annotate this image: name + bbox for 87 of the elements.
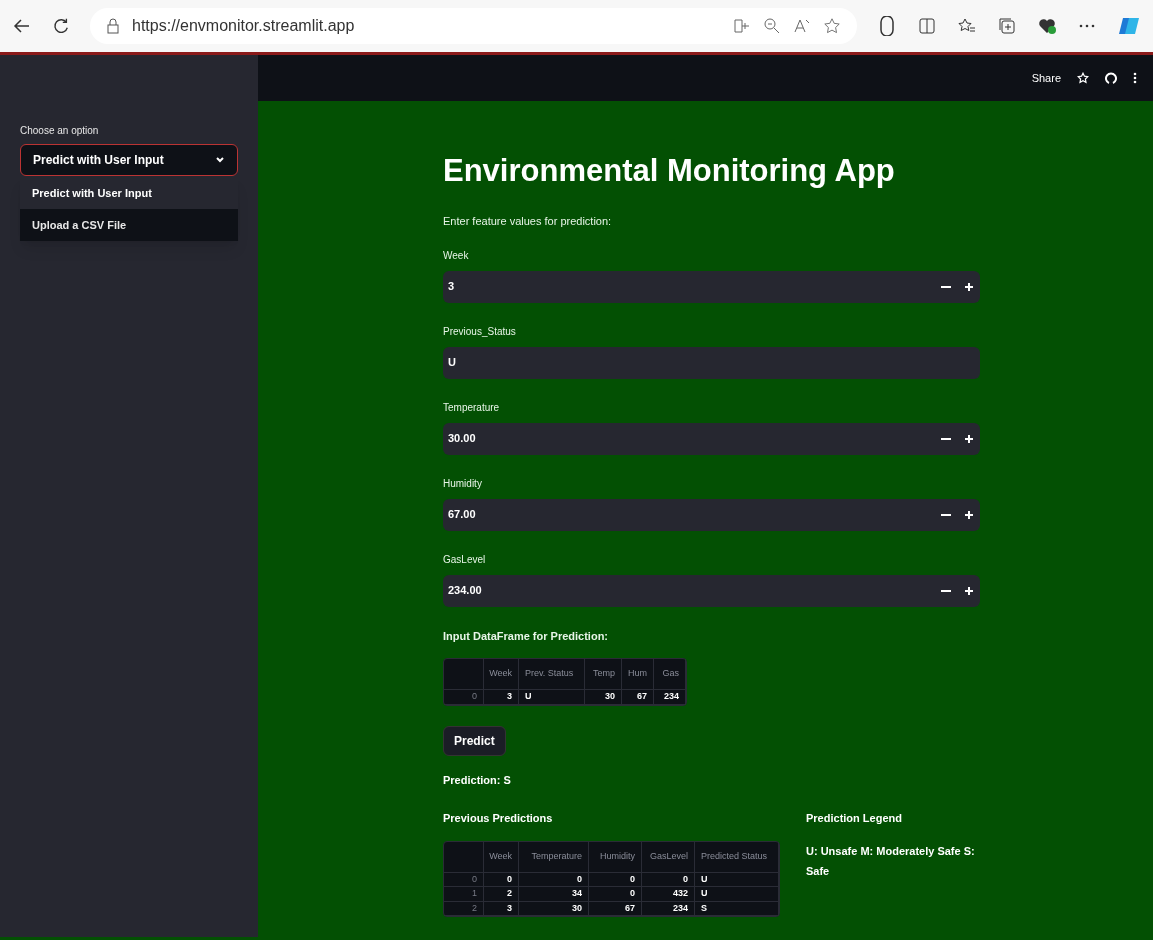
- table-cell: U: [695, 887, 779, 901]
- field-label: Previous_Status: [443, 324, 517, 339]
- table-cell: 0: [444, 690, 484, 704]
- field-label: GasLevel: [443, 552, 487, 567]
- address-bar[interactable]: https://envmonitor.streamlit.app: [90, 8, 857, 44]
- select-label: Choose an option: [20, 124, 100, 138]
- plus-icon[interactable]: [965, 510, 973, 519]
- field-label: Humidity: [443, 476, 483, 491]
- read-aloud-icon[interactable]: [793, 17, 811, 35]
- share-button[interactable]: Share: [1031, 69, 1061, 87]
- refresh-icon[interactable]: [52, 17, 70, 35]
- table-cell: 432: [642, 887, 695, 901]
- table-cell: 234: [654, 690, 686, 704]
- field-value: 67.00: [448, 507, 477, 523]
- column-header: GasLevel: [642, 841, 695, 872]
- field-value: 30.00: [448, 431, 477, 447]
- table-cell: 234: [642, 901, 695, 915]
- table-cell: 1: [444, 887, 484, 901]
- input-field[interactable]: 67.00: [443, 498, 980, 531]
- table-cell: 0: [642, 872, 695, 886]
- chevron-down-icon: [215, 155, 225, 165]
- column-header: Prev. Status: [519, 659, 585, 689]
- section-title: Input DataFrame for Prediction:: [443, 628, 610, 644]
- select-value: Predict with User Input: [33, 152, 165, 169]
- github-icon[interactable]: [1105, 72, 1117, 84]
- collections-icon[interactable]: [997, 16, 1017, 36]
- minus-icon[interactable]: [941, 285, 951, 288]
- table-cell: 30: [585, 690, 622, 704]
- table-cell: 34: [519, 887, 589, 901]
- section-title: Prediction Legend: [806, 811, 903, 826]
- input-field[interactable]: 30.00: [443, 422, 980, 455]
- minus-icon[interactable]: [941, 589, 951, 592]
- split-screen-icon[interactable]: [917, 16, 937, 36]
- minus-icon[interactable]: [941, 513, 951, 516]
- url-text: https://envmonitor.streamlit.app: [132, 16, 356, 36]
- minus-icon[interactable]: [941, 437, 951, 440]
- field-value: U: [448, 355, 457, 371]
- predict-button[interactable]: Predict: [443, 725, 506, 756]
- plus-icon[interactable]: [965, 434, 973, 443]
- page-title: Environmental Monitoring App: [443, 152, 896, 190]
- table-cell: U: [695, 872, 779, 886]
- column-header: Hum: [622, 659, 654, 689]
- option-select[interactable]: Predict with User Input: [20, 144, 238, 176]
- dropdown-option[interactable]: Upload a CSV File: [20, 209, 238, 241]
- table-cell: 0: [519, 872, 589, 886]
- star-icon[interactable]: [823, 17, 841, 35]
- prediction-result: Prediction: S: [443, 772, 512, 788]
- column-header: Week: [484, 659, 519, 689]
- legend-text: U: Unsafe M: Moderately Safe S: Safe: [806, 843, 976, 879]
- zoom-out-icon[interactable]: [763, 17, 781, 35]
- section-title: Previous Predictions: [443, 811, 554, 826]
- table-cell: 0: [589, 887, 642, 901]
- table-cell: 3: [484, 690, 519, 704]
- field-value: 3: [448, 279, 456, 295]
- input-field[interactable]: U: [443, 346, 980, 379]
- table-cell: 30: [519, 901, 589, 915]
- table-cell: 2: [444, 901, 484, 915]
- table-cell: 2: [484, 887, 519, 901]
- table-cell: 0: [589, 872, 642, 886]
- input-field[interactable]: 3: [443, 270, 980, 303]
- table-cell: 3: [484, 901, 519, 915]
- column-header: Temp: [585, 659, 622, 689]
- lock-icon: [106, 18, 120, 34]
- star-icon[interactable]: [1077, 72, 1089, 84]
- column-header: Temperature: [519, 841, 589, 872]
- column-header: Week: [484, 841, 519, 872]
- intro-text: Enter feature values for prediction:: [443, 214, 613, 229]
- table-cell: S: [695, 901, 779, 915]
- table-cell: U: [519, 690, 585, 704]
- dropdown-option[interactable]: Predict with User Input: [20, 177, 238, 209]
- field-label: Temperature: [443, 400, 501, 415]
- table-cell: 67: [622, 690, 654, 704]
- column-header: Gas: [654, 659, 686, 689]
- field-value: 234.00: [448, 583, 483, 599]
- extension-icon[interactable]: [877, 16, 897, 36]
- table-cell: 67: [589, 901, 642, 915]
- input-field[interactable]: 234.00: [443, 574, 980, 607]
- plus-icon[interactable]: [965, 282, 973, 291]
- table-cell: 0: [444, 872, 484, 886]
- more-icon[interactable]: [1133, 72, 1137, 84]
- reader-icon[interactable]: [733, 17, 751, 35]
- health-icon[interactable]: [1037, 16, 1057, 36]
- column-header: Predicted Status: [695, 841, 779, 872]
- table-cell: 0: [484, 872, 519, 886]
- column-header: Humidity: [589, 841, 642, 872]
- plus-icon[interactable]: [965, 586, 973, 595]
- field-label: Week: [443, 248, 470, 263]
